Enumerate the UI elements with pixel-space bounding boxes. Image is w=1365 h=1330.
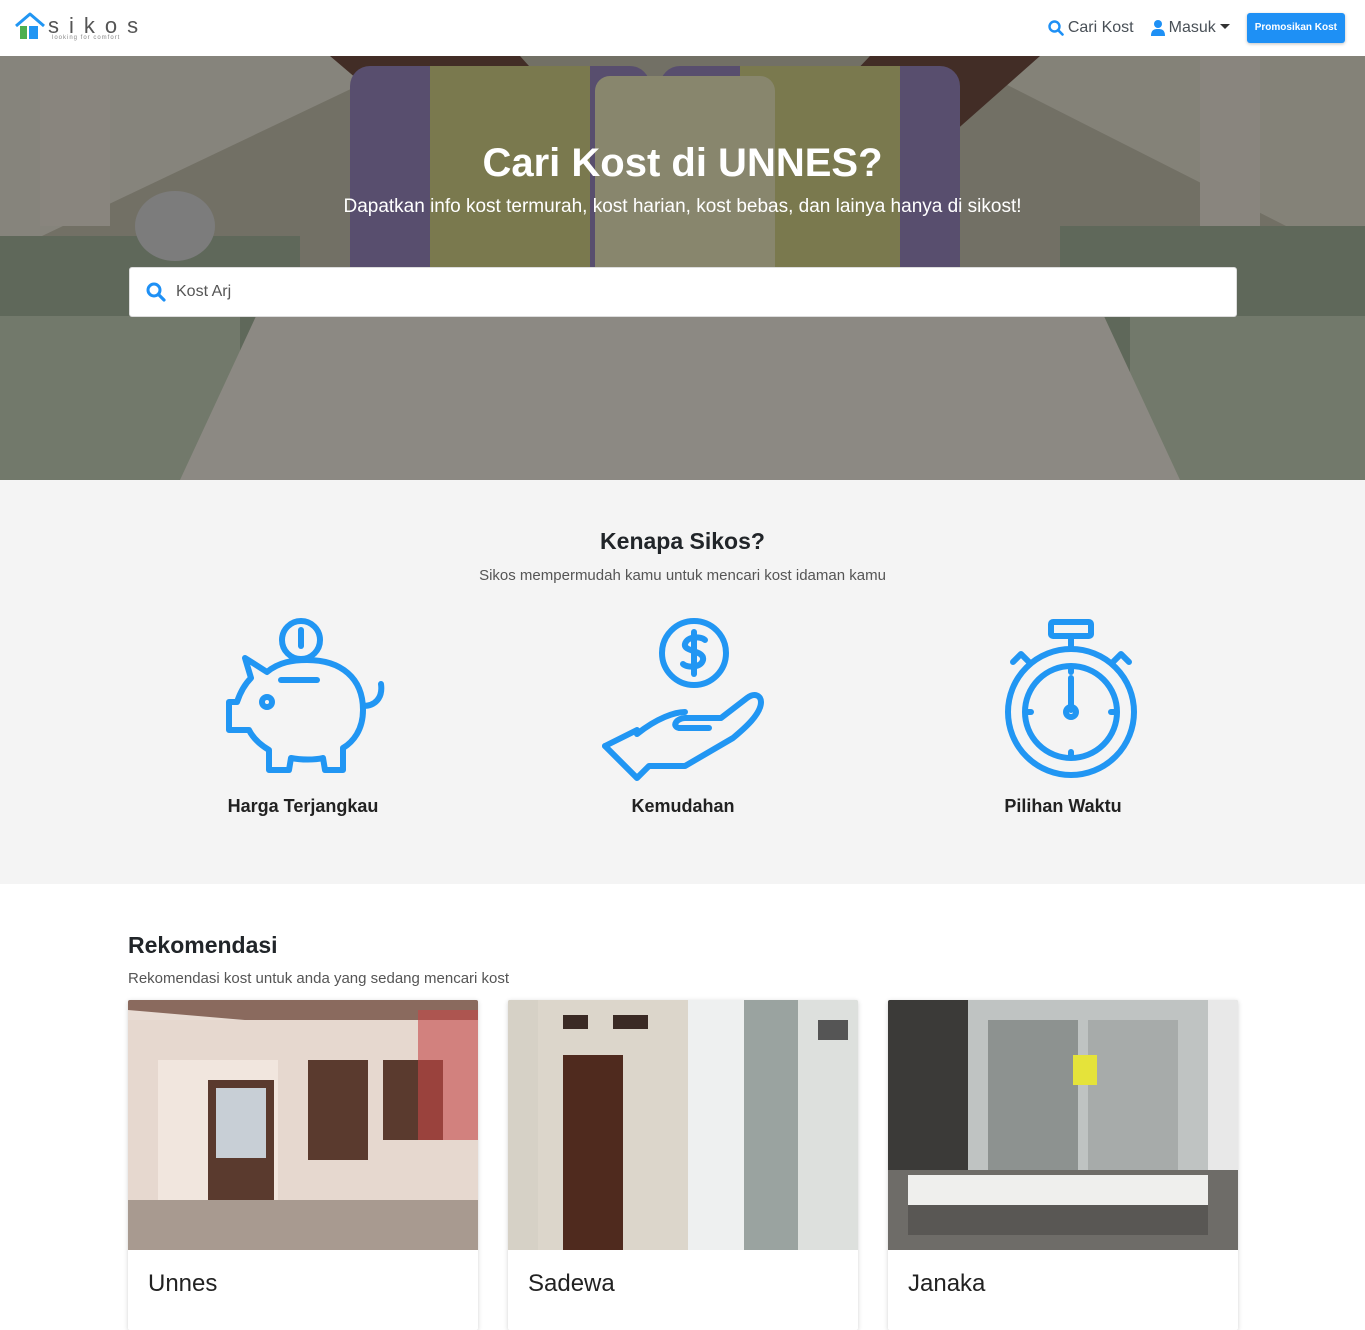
logo-tagline: looking for comfort [52,35,121,41]
section-subtitle: Sikos mempermudah kamu untuk mencari kos… [479,567,886,584]
search-icon [146,282,166,302]
kost-name: Unnes [148,1270,218,1297]
hero-banner: Cari Kost di UNNES? Dapatkan info kost t… [0,56,1365,480]
nav-cari-kost-label: Cari Kost [1067,19,1134,36]
feature-kemudahan: Kemudahan [553,618,813,817]
feature-harga-terjangkau: Harga Terjangkau [173,618,433,817]
hero-title: Cari Kost di UNNES? [482,141,883,185]
promosikan-kost-button[interactable]: Promosikan Kost [1246,13,1345,43]
kost-photo [508,1000,858,1250]
feature-pilihan-waktu: Pilihan Waktu [933,618,1193,817]
kost-name: Janaka [908,1270,986,1297]
kost-card[interactable]: Janaka [888,1000,1238,1330]
user-icon [1150,20,1165,36]
search-input[interactable] [176,283,1176,301]
caret-down-icon [1219,23,1230,29]
section-title: Kenapa Sikos? [600,528,765,554]
stopwatch-icon [1005,619,1137,778]
rekomendasi-subtitle: Rekomendasi kost untuk anda yang sedang … [128,970,510,987]
feature-label: Pilihan Waktu [1004,796,1122,816]
piggy-bank-icon [226,618,385,773]
rekomendasi-title: Rekomendasi [128,932,278,958]
kost-photo [128,1000,478,1250]
hero-subtitle: Dapatkan info kost termurah, kost harian… [343,196,1022,217]
nav-masuk-dropdown[interactable]: Masuk [1150,19,1230,37]
search-icon [1048,20,1064,36]
kost-card[interactable]: Sadewa [508,1000,858,1330]
search-bar[interactable] [129,267,1237,317]
navbar: sikos looking for comfort Cari Kost Masu… [0,0,1365,56]
sikos-logo[interactable]: sikos looking for comfort [14,10,144,46]
kost-photo [888,1000,1238,1250]
house-logo-icon [15,12,45,39]
feature-label: Kemudahan [631,796,735,816]
kost-card[interactable]: Unnes [128,1000,478,1330]
nav-cari-kost[interactable]: Cari Kost [1048,19,1134,37]
nav-masuk-label: Masuk [1168,19,1216,36]
kost-name: Sadewa [528,1270,615,1297]
feature-label: Harga Terjangkau [227,796,379,816]
nav-menu: Cari Kost Masuk Promosikan Kost [1048,12,1345,44]
why-sikos-section: Kenapa Sikos? Sikos mempermudah kamu unt… [0,480,1365,884]
hand-coin-icon [602,618,764,781]
